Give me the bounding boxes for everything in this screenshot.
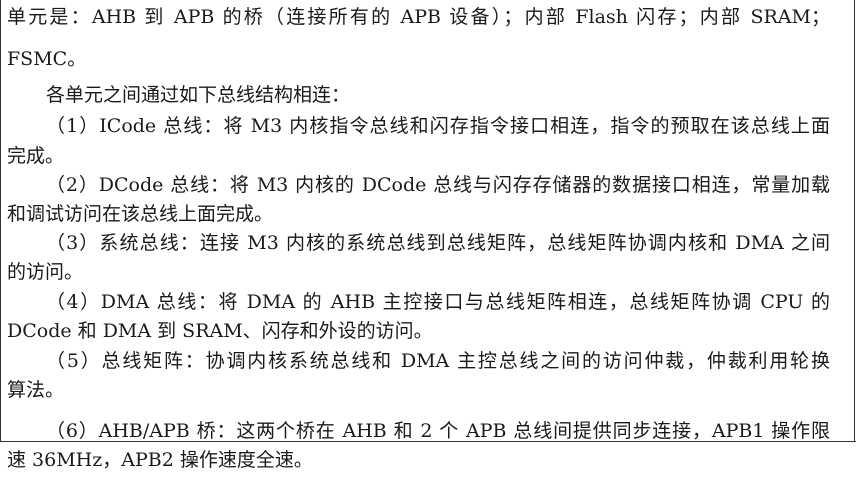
text-line: DCode 和 DMA 到 SRAM、闪存和外设的访问。 — [7, 320, 433, 342]
text-line: 完成。 — [7, 145, 65, 167]
document-page: 单元是：AHB 到 APB 的桥（连接所有的 APB 设备）；内部 Flash … — [0, 0, 856, 477]
text-line: （2）DCode 总线：将 M3 内核的 DCode 总线与闪存存储器的数据接口… — [46, 174, 830, 196]
text-line: FSMC。 — [7, 48, 87, 70]
text-line: （1）ICode 总线：将 M3 内核指令总线和闪存指令接口相连，指令的预取在该… — [46, 115, 830, 137]
text-line: （4）DMA 总线：将 DMA 的 AHB 主控接口与总线矩阵相连，总线矩阵协调… — [46, 291, 830, 313]
text-line: 单元是：AHB 到 APB 的桥（连接所有的 APB 设备）；内部 Flash … — [7, 6, 830, 28]
text-line: 各单元之间通过如下总线结构相连： — [46, 84, 351, 106]
text-line: 的访问。 — [7, 261, 84, 283]
text-line: 速 36MHz，APB2 操作速度全速。 — [7, 449, 313, 471]
text-line: （6）AHB/APB 桥：这两个桥在 AHB 和 2 个 APB 总线间提供同步… — [46, 420, 830, 442]
text-line: 和调试访问在该总线上面完成。 — [7, 203, 274, 225]
text-line: 算法。 — [7, 379, 65, 401]
text-line: （5）总线矩阵：协调内核系统总线和 DMA 主控总线之间的访问仲裁，仲裁利用轮换 — [46, 350, 830, 372]
text-line: （3）系统总线：连接 M3 内核的系统总线到总线矩阵，总线矩阵协调内核和 DMA… — [46, 232, 830, 254]
